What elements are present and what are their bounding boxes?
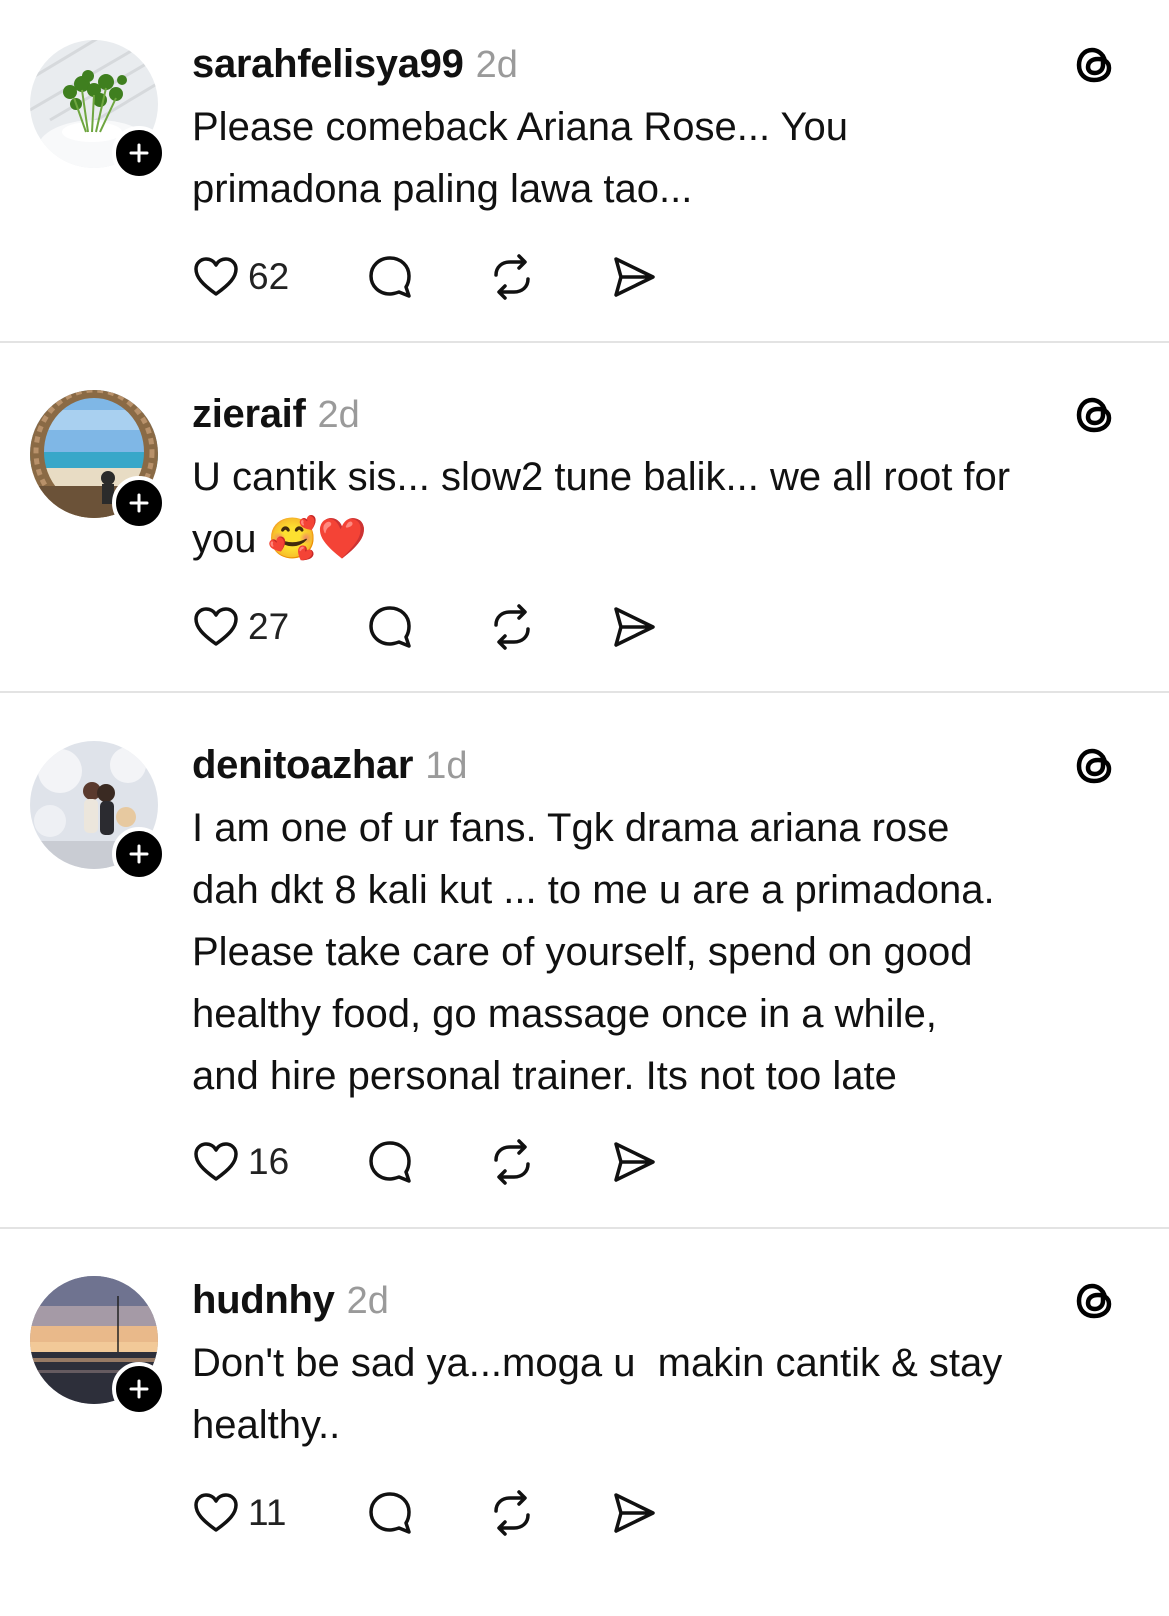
like-count: 11 [248,1492,287,1533]
plus-icon [129,143,149,163]
follow-button[interactable] [112,1362,166,1416]
heart-icon [194,1493,238,1532]
reply-button[interactable] [366,1138,414,1186]
heart-icon [194,1142,238,1181]
username[interactable]: zieraif [192,392,306,437]
share-button[interactable] [610,253,658,301]
action-bar: 27 [192,600,658,654]
comment-bubble-icon [369,1492,411,1534]
threads-logo-icon[interactable] [1072,741,1118,791]
share-button[interactable] [610,1138,658,1186]
reply-button[interactable] [366,253,414,301]
reply-post: hudnhy 2d Don't be sad ya...moga u makin… [0,1276,1169,1566]
plus-icon [129,493,149,513]
action-bar: 16 [192,1135,658,1189]
share-button[interactable] [610,603,658,651]
timestamp: 2d [346,1280,389,1322]
share-send-icon [614,1142,655,1182]
replies-feed: sarahfelisya99 2d Please comeback Ariana… [0,0,1169,1616]
timestamp: 1d [425,745,468,787]
username[interactable]: sarahfelisya99 [192,42,464,87]
repost-icon [494,254,530,300]
like-count: 16 [248,1141,290,1182]
heart-icon [194,607,238,646]
plus-icon [129,1379,149,1399]
reply-post: zieraif 2d U cantik sis... slow2 tune ba… [0,390,1169,670]
post-header: denitoazhar 1d [192,743,467,791]
post-text: U cantik sis... slow2 tune balik... we a… [192,455,1011,561]
divider [0,691,1169,693]
post-header: hudnhy 2d [192,1278,389,1326]
share-button[interactable] [610,1489,658,1537]
repost-button[interactable] [488,1138,536,1186]
post-header: sarahfelisya99 2d [192,42,518,90]
action-bar: 62 [192,250,658,304]
follow-button[interactable] [112,476,166,530]
post-text: I am one of ur fans. Tgk drama ariana ro… [192,806,995,1098]
like-count: 62 [248,256,290,297]
comment-bubble-icon [369,606,411,648]
threads-logo-icon[interactable] [1072,40,1118,90]
reply-post: denitoazhar 1d I am one of ur fans. Tgk … [0,741,1169,1201]
plus-icon [129,844,149,864]
timestamp: 2d [317,394,360,436]
like-button[interactable]: 11 [192,1489,304,1537]
like-button[interactable]: 16 [192,1138,304,1186]
like-button[interactable]: 62 [192,253,304,301]
post-text: Don't be sad ya...moga u makin cantik & … [192,1341,1003,1447]
repost-icon [494,604,530,650]
username[interactable]: denitoazhar [192,743,413,788]
reply-button[interactable] [366,603,414,651]
repost-icon [494,1490,530,1536]
repost-button[interactable] [488,1489,536,1537]
repost-icon [494,1139,530,1185]
action-bar: 11 [192,1486,658,1540]
post-header: zieraif 2d [192,392,360,440]
reply-post: sarahfelisya99 2d Please comeback Ariana… [0,40,1169,320]
post-text: Please comeback Ariana Rose... You prima… [192,105,848,211]
repost-button[interactable] [488,603,536,651]
like-button[interactable]: 27 [192,603,304,651]
share-send-icon [614,1493,655,1533]
threads-logo-icon[interactable] [1072,390,1118,440]
reply-button[interactable] [366,1489,414,1537]
divider [0,1227,1169,1229]
heart-icon [194,257,238,296]
share-send-icon [614,257,655,297]
username[interactable]: hudnhy [192,1278,335,1323]
comment-bubble-icon [369,256,411,298]
follow-button[interactable] [112,126,166,180]
repost-button[interactable] [488,253,536,301]
follow-button[interactable] [112,827,166,881]
timestamp: 2d [475,44,518,86]
like-count: 27 [248,606,290,647]
threads-logo-icon[interactable] [1072,1276,1118,1326]
comment-bubble-icon [369,1141,411,1183]
share-send-icon [614,607,655,647]
divider [0,341,1169,343]
